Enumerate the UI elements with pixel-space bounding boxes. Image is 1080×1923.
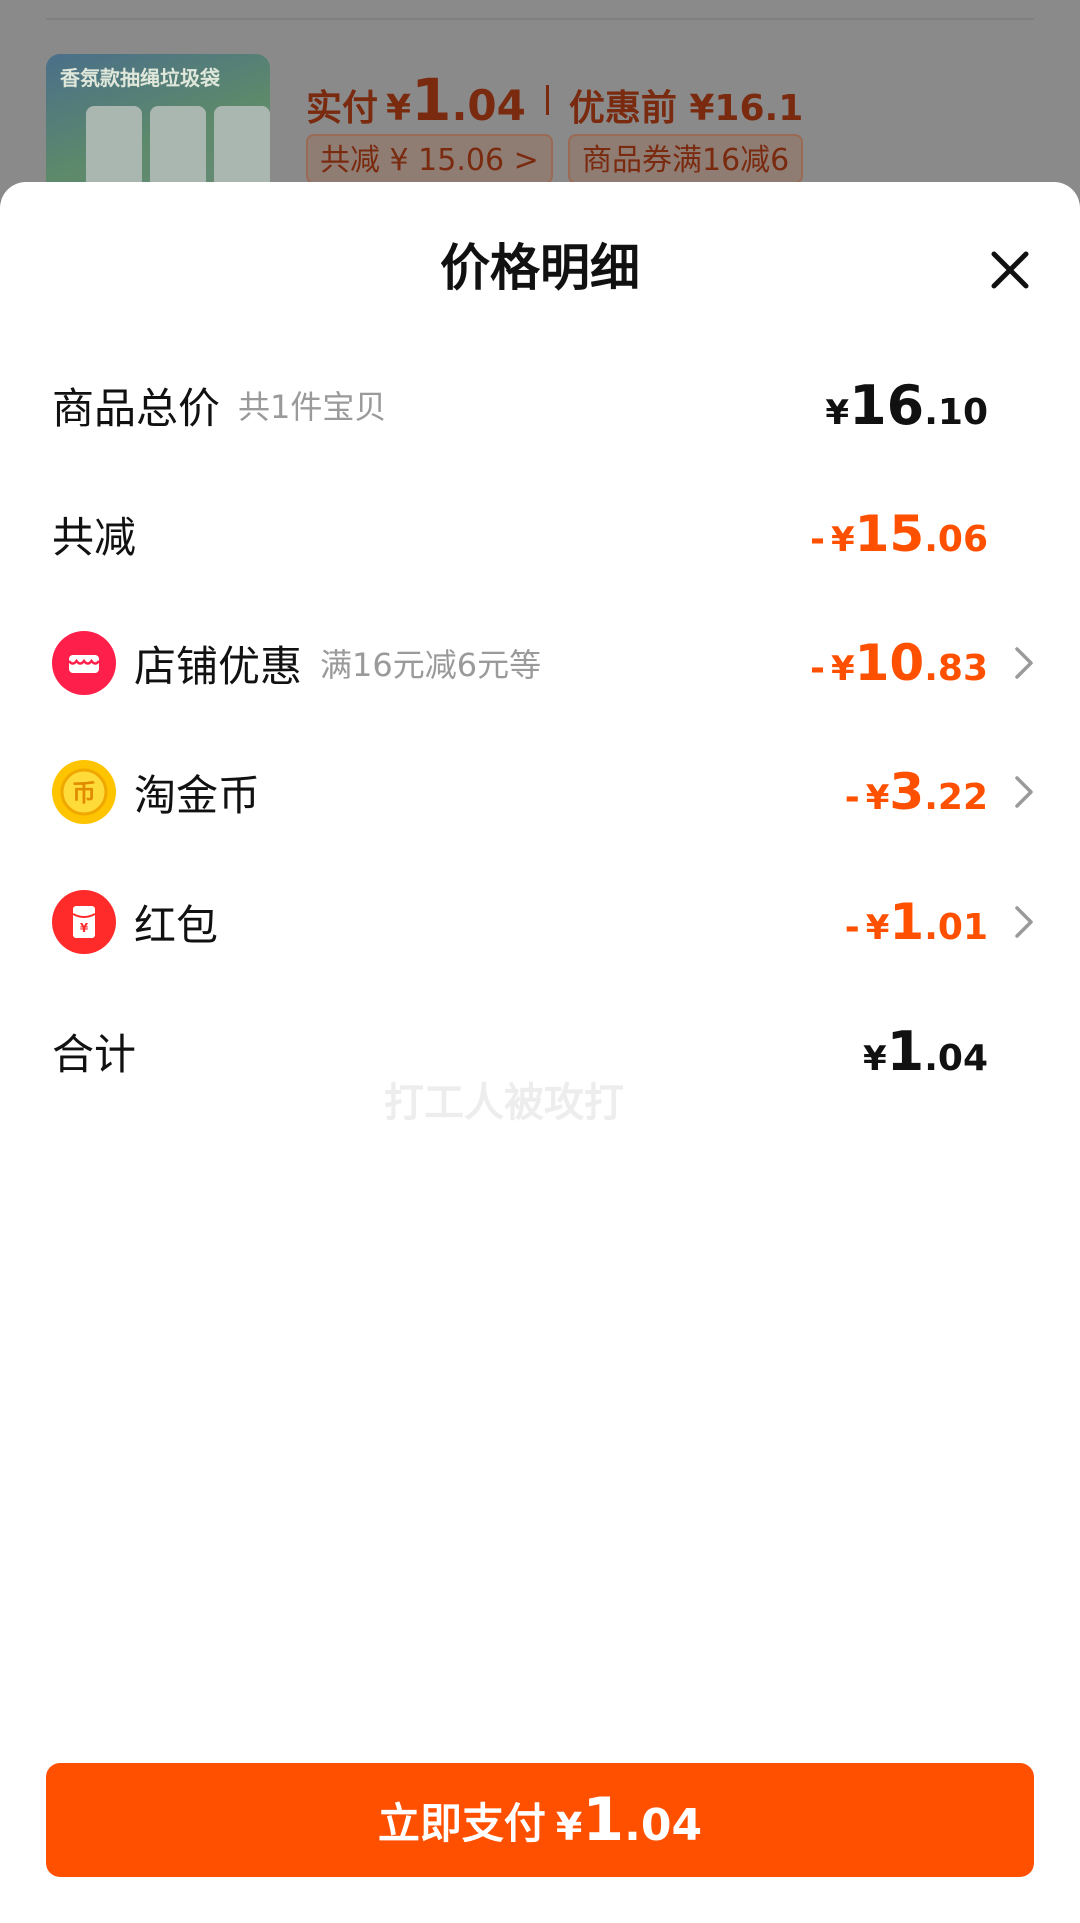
- red-envelope-icon: ¥: [52, 890, 116, 954]
- chevron-right-icon: [988, 905, 1034, 939]
- currency-symbol: ¥: [830, 649, 855, 689]
- row-label: 共减: [52, 512, 137, 562]
- row-total-discount: 共减 - ¥ 15 .06: [52, 494, 1034, 574]
- row-label: 合计: [52, 1029, 137, 1079]
- pay-button-amount: ¥ 1 .04: [556, 1785, 702, 1855]
- amount-int: 1: [582, 1785, 625, 1855]
- total-discount-tag[interactable]: 共减 ¥ 15.06 >: [306, 134, 553, 184]
- amount-int: 1: [889, 893, 925, 951]
- amount-int: 3: [889, 763, 925, 821]
- currency-symbol: ¥: [862, 1038, 887, 1079]
- actual-pay-label: 实付: [306, 88, 379, 129]
- actual-price-row: 实付 ¥ 1 .04 优惠前 ¥16.1: [306, 66, 803, 134]
- minus-sign: -: [844, 777, 860, 818]
- row-amount: - ¥ 10 .83: [810, 634, 988, 692]
- svg-text:¥: ¥: [80, 921, 89, 935]
- currency-symbol: ¥: [830, 520, 855, 560]
- divider: [46, 18, 1034, 20]
- row-amount: ¥ 1 .04: [863, 1020, 988, 1083]
- amount-dec: .01: [924, 907, 988, 948]
- close-icon: [991, 251, 1029, 289]
- row-sublabel: 满16元减6元等: [320, 646, 542, 684]
- actual-pay-int: 1: [411, 66, 452, 134]
- price-detail-sheet: 价格明细 商品总价 共1件宝贝 ¥ 16 .10 共减 - ¥ 15 .06 店…: [0, 182, 1080, 1923]
- coupon-tag: 商品券满16减6: [568, 134, 804, 184]
- sheet-title: 价格明细: [440, 239, 640, 297]
- row-sublabel: 共1件宝贝: [238, 388, 387, 426]
- currency-symbol: ¥: [825, 392, 850, 433]
- amount-dec: .04: [624, 1800, 703, 1851]
- svg-text:币: 币: [72, 779, 96, 807]
- row-gold-coin[interactable]: 币 淘金币 - ¥ 3 .22: [52, 752, 1034, 832]
- row-amount: - ¥ 1 .01: [845, 893, 988, 951]
- watermark: 打工人被攻打: [384, 1080, 624, 1126]
- close-button[interactable]: [988, 248, 1032, 292]
- amount-dec: .04: [924, 1037, 988, 1079]
- store-icon: [52, 631, 116, 695]
- row-amount: - ¥ 3 .22: [845, 763, 988, 821]
- row-label: 淘金币: [134, 770, 261, 820]
- row-red-envelope[interactable]: ¥ 红包 - ¥ 1 .01: [52, 882, 1034, 962]
- amount-int: 10: [854, 634, 925, 692]
- actual-pay-dec: .04: [451, 81, 526, 130]
- amount-dec: .06: [924, 519, 988, 560]
- background-order-page: 香氛款抽绳垃圾袋 实付 ¥ 1 .04 优惠前 ¥16.1 共减 ¥ 15.06…: [0, 0, 1080, 204]
- minus-sign: -: [844, 907, 860, 948]
- before-discount-price: 优惠前 ¥16.1: [568, 88, 804, 129]
- amount-int: 15: [854, 505, 925, 563]
- chevron-right-icon: [988, 646, 1034, 680]
- currency-symbol: ¥: [865, 908, 890, 948]
- currency-symbol: ¥: [386, 88, 412, 129]
- separator: [545, 85, 549, 115]
- row-amount: - ¥ 15 .06: [810, 505, 988, 563]
- row-label: 商品总价: [52, 383, 221, 433]
- pay-button-label: 立即支付: [377, 1798, 546, 1848]
- row-amount: ¥ 16 .10: [825, 374, 988, 437]
- product-image-text: 香氛款抽绳垃圾袋: [60, 66, 220, 90]
- pay-now-button[interactable]: 立即支付 ¥ 1 .04: [46, 1763, 1034, 1877]
- currency-symbol: ¥: [555, 1805, 583, 1849]
- row-label: 红包: [134, 900, 219, 950]
- minus-sign: -: [810, 519, 825, 560]
- currency-symbol: ¥: [865, 778, 890, 818]
- row-label: 店铺优惠: [134, 641, 303, 691]
- amount-int: 16: [849, 373, 925, 437]
- gold-coin-icon: 币: [52, 760, 116, 824]
- amount-dec: .83: [924, 648, 988, 689]
- row-total-price: 商品总价 共1件宝贝 ¥ 16 .10: [52, 365, 1034, 445]
- chevron-right-icon: [988, 775, 1034, 809]
- amount-int: 1: [886, 1019, 925, 1083]
- amount-dec: .22: [924, 777, 988, 818]
- minus-sign: -: [810, 648, 825, 689]
- row-store-discount[interactable]: 店铺优惠 满16元减6元等 - ¥ 10 .83: [52, 623, 1034, 703]
- amount-dec: .10: [924, 391, 988, 433]
